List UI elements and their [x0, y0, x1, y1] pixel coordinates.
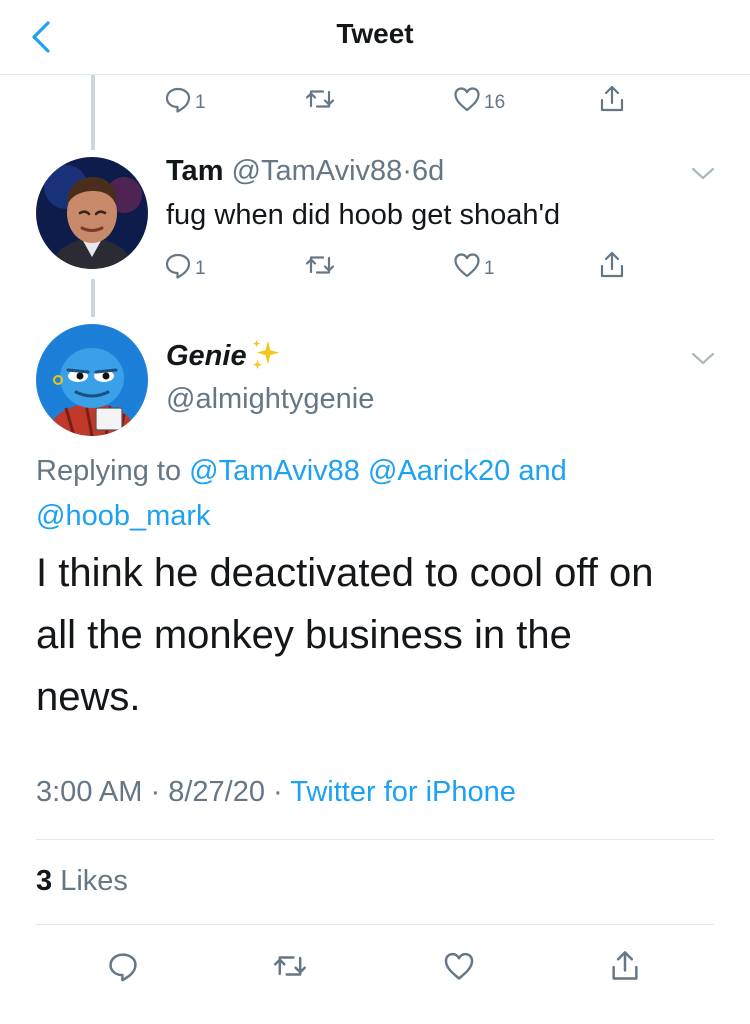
- share-button[interactable]: [597, 84, 627, 114]
- top-bar: Tweet: [0, 0, 750, 75]
- tam-header: Tam @TamAviv88·6d: [166, 155, 444, 188]
- reply-icon: [109, 953, 137, 982]
- likes-label: Likes: [60, 865, 128, 897]
- separator-dot: ·: [150, 776, 161, 808]
- share-button[interactable]: [597, 250, 627, 280]
- tweet-text-line: news.: [36, 675, 141, 719]
- page-title: Tweet: [336, 18, 414, 49]
- author-handle[interactable]: @almightygenie: [166, 383, 374, 416]
- prev-tweet-actions: 1 16: [0, 84, 750, 124]
- replying-to: Replying to @TamAviv88 @Aarick20 and @ho…: [36, 449, 716, 539]
- reply-count: 1: [195, 92, 206, 113]
- tam-tweet-actions: 1 1: [0, 250, 750, 290]
- retweet-icon: [274, 956, 306, 976]
- divider: [36, 839, 714, 840]
- like-button[interactable]: 16: [452, 84, 505, 114]
- likes-count: 3: [36, 865, 53, 897]
- main-tweet-actions: [0, 949, 750, 989]
- heart-icon: [454, 87, 480, 112]
- reply-button[interactable]: 1: [163, 84, 206, 114]
- tweet-date: 8/27/20: [168, 776, 265, 808]
- share-icon: [600, 85, 624, 112]
- chevron-down-icon[interactable]: [690, 350, 716, 368]
- retweet-button[interactable]: [305, 84, 335, 114]
- replying-prefix: Replying to: [36, 455, 182, 487]
- mention-and[interactable]: and: [518, 455, 566, 487]
- tweet-time: 6d: [411, 155, 445, 187]
- mention-link[interactable]: @TamAviv88: [189, 455, 360, 487]
- chevron-down-icon[interactable]: [690, 165, 716, 183]
- genie-name-row: Genie: [166, 339, 283, 373]
- reply-count: 1: [195, 258, 206, 279]
- like-count: 1: [484, 258, 495, 279]
- sparkles-icon: [252, 339, 279, 369]
- tweet-text-line: I think he deactivated to cool off on: [36, 551, 654, 595]
- like-button[interactable]: 1: [452, 250, 495, 280]
- heart-icon: [444, 952, 474, 980]
- retweet-icon: [305, 90, 335, 108]
- divider: [36, 924, 714, 925]
- share-icon: [612, 951, 638, 980]
- reply-icon: [165, 253, 191, 279]
- mention-link[interactable]: @Aarick20: [368, 455, 510, 487]
- reply-button[interactable]: [106, 949, 140, 983]
- retweet-icon: [305, 256, 335, 274]
- reply-button[interactable]: 1: [163, 250, 206, 280]
- heart-icon: [454, 253, 480, 278]
- like-count: 16: [484, 92, 506, 113]
- tweet-body: I think he deactivated to cool off on al…: [36, 542, 726, 728]
- retweet-button[interactable]: [305, 250, 335, 280]
- author-handle[interactable]: @TamAviv88: [232, 155, 403, 187]
- tweet-text-line: all the monkey business in the: [36, 613, 572, 657]
- avatar-genie[interactable]: [36, 324, 148, 436]
- retweet-button[interactable]: [273, 949, 307, 983]
- share-button[interactable]: [608, 949, 642, 983]
- tweet-source-link[interactable]: Twitter for iPhone: [290, 776, 516, 808]
- author-name[interactable]: Genie: [166, 340, 247, 373]
- tweet-text: fug when did hoob get shoah'd: [166, 199, 561, 231]
- likes-summary[interactable]: 3 Likes: [36, 865, 128, 898]
- separator-dot: ·: [273, 776, 283, 808]
- like-button[interactable]: [442, 949, 476, 983]
- separator-dot: ·: [402, 155, 412, 187]
- reply-icon: [165, 87, 191, 113]
- mention-link[interactable]: @hoob_mark: [36, 500, 211, 532]
- author-name[interactable]: Tam: [166, 155, 223, 187]
- tweet-meta: 3:00 AM · 8/27/20 · Twitter for iPhone: [36, 776, 516, 809]
- tweet-time: 3:00 AM: [36, 776, 143, 808]
- share-icon: [600, 251, 624, 278]
